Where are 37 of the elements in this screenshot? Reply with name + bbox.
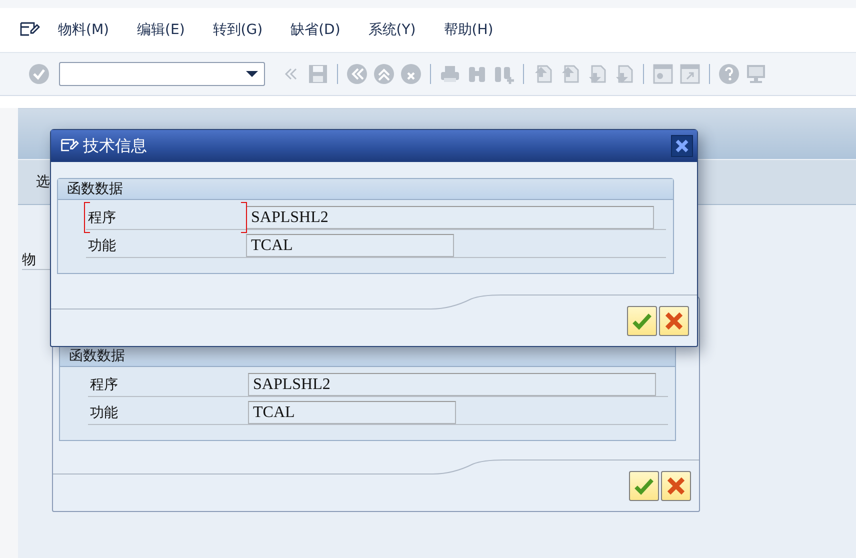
- menu-item[interactable]: 编辑(E): [123, 21, 199, 39]
- shortcut-icon[interactable]: [679, 63, 701, 85]
- menu-item[interactable]: 帮助(H): [430, 21, 508, 39]
- dialog-title: 技术信息: [83, 136, 148, 156]
- field-label: 功能: [89, 404, 119, 422]
- cross-icon: [664, 311, 684, 331]
- monitor-icon[interactable]: [745, 63, 767, 85]
- new-session-icon[interactable]: [652, 63, 674, 85]
- back-icon[interactable]: [346, 63, 368, 85]
- toolbar-label: 选: [36, 173, 50, 191]
- cancel-button[interactable]: [659, 306, 689, 336]
- output-field[interactable]: TCAL: [246, 234, 454, 257]
- output-field[interactable]: SAPLSHL2: [246, 206, 654, 229]
- menu-item[interactable]: 转到(G): [198, 21, 277, 39]
- close-button[interactable]: [671, 135, 693, 157]
- cancel-button[interactable]: [661, 471, 691, 501]
- print-icon[interactable]: [439, 63, 461, 85]
- menu-item[interactable]: 缺省(D): [276, 21, 354, 39]
- close-icon: [674, 138, 690, 154]
- menu-item[interactable]: 物料(M): [40, 21, 124, 39]
- dropdown-arrow-icon[interactable]: [246, 70, 258, 78]
- cancel-icon[interactable]: [400, 63, 422, 85]
- menu-item[interactable]: 系统(Y): [354, 21, 430, 39]
- output-field[interactable]: SAPLSHL2: [248, 373, 656, 396]
- field-label: 程序: [89, 376, 119, 394]
- field-label: 功能: [87, 236, 117, 256]
- confirm-button[interactable]: [629, 471, 659, 501]
- confirm-button[interactable]: [627, 306, 657, 336]
- exit-icon[interactable]: [373, 63, 395, 85]
- enter-icon[interactable]: [28, 63, 50, 85]
- group-title: 函数数据: [60, 346, 675, 367]
- group-title: 函数数据: [58, 179, 673, 200]
- cross-icon: [666, 476, 686, 496]
- help-icon[interactable]: [718, 63, 740, 85]
- output-field[interactable]: TCAL: [248, 401, 456, 424]
- save-icon[interactable]: [307, 63, 329, 85]
- command-field[interactable]: [59, 62, 265, 86]
